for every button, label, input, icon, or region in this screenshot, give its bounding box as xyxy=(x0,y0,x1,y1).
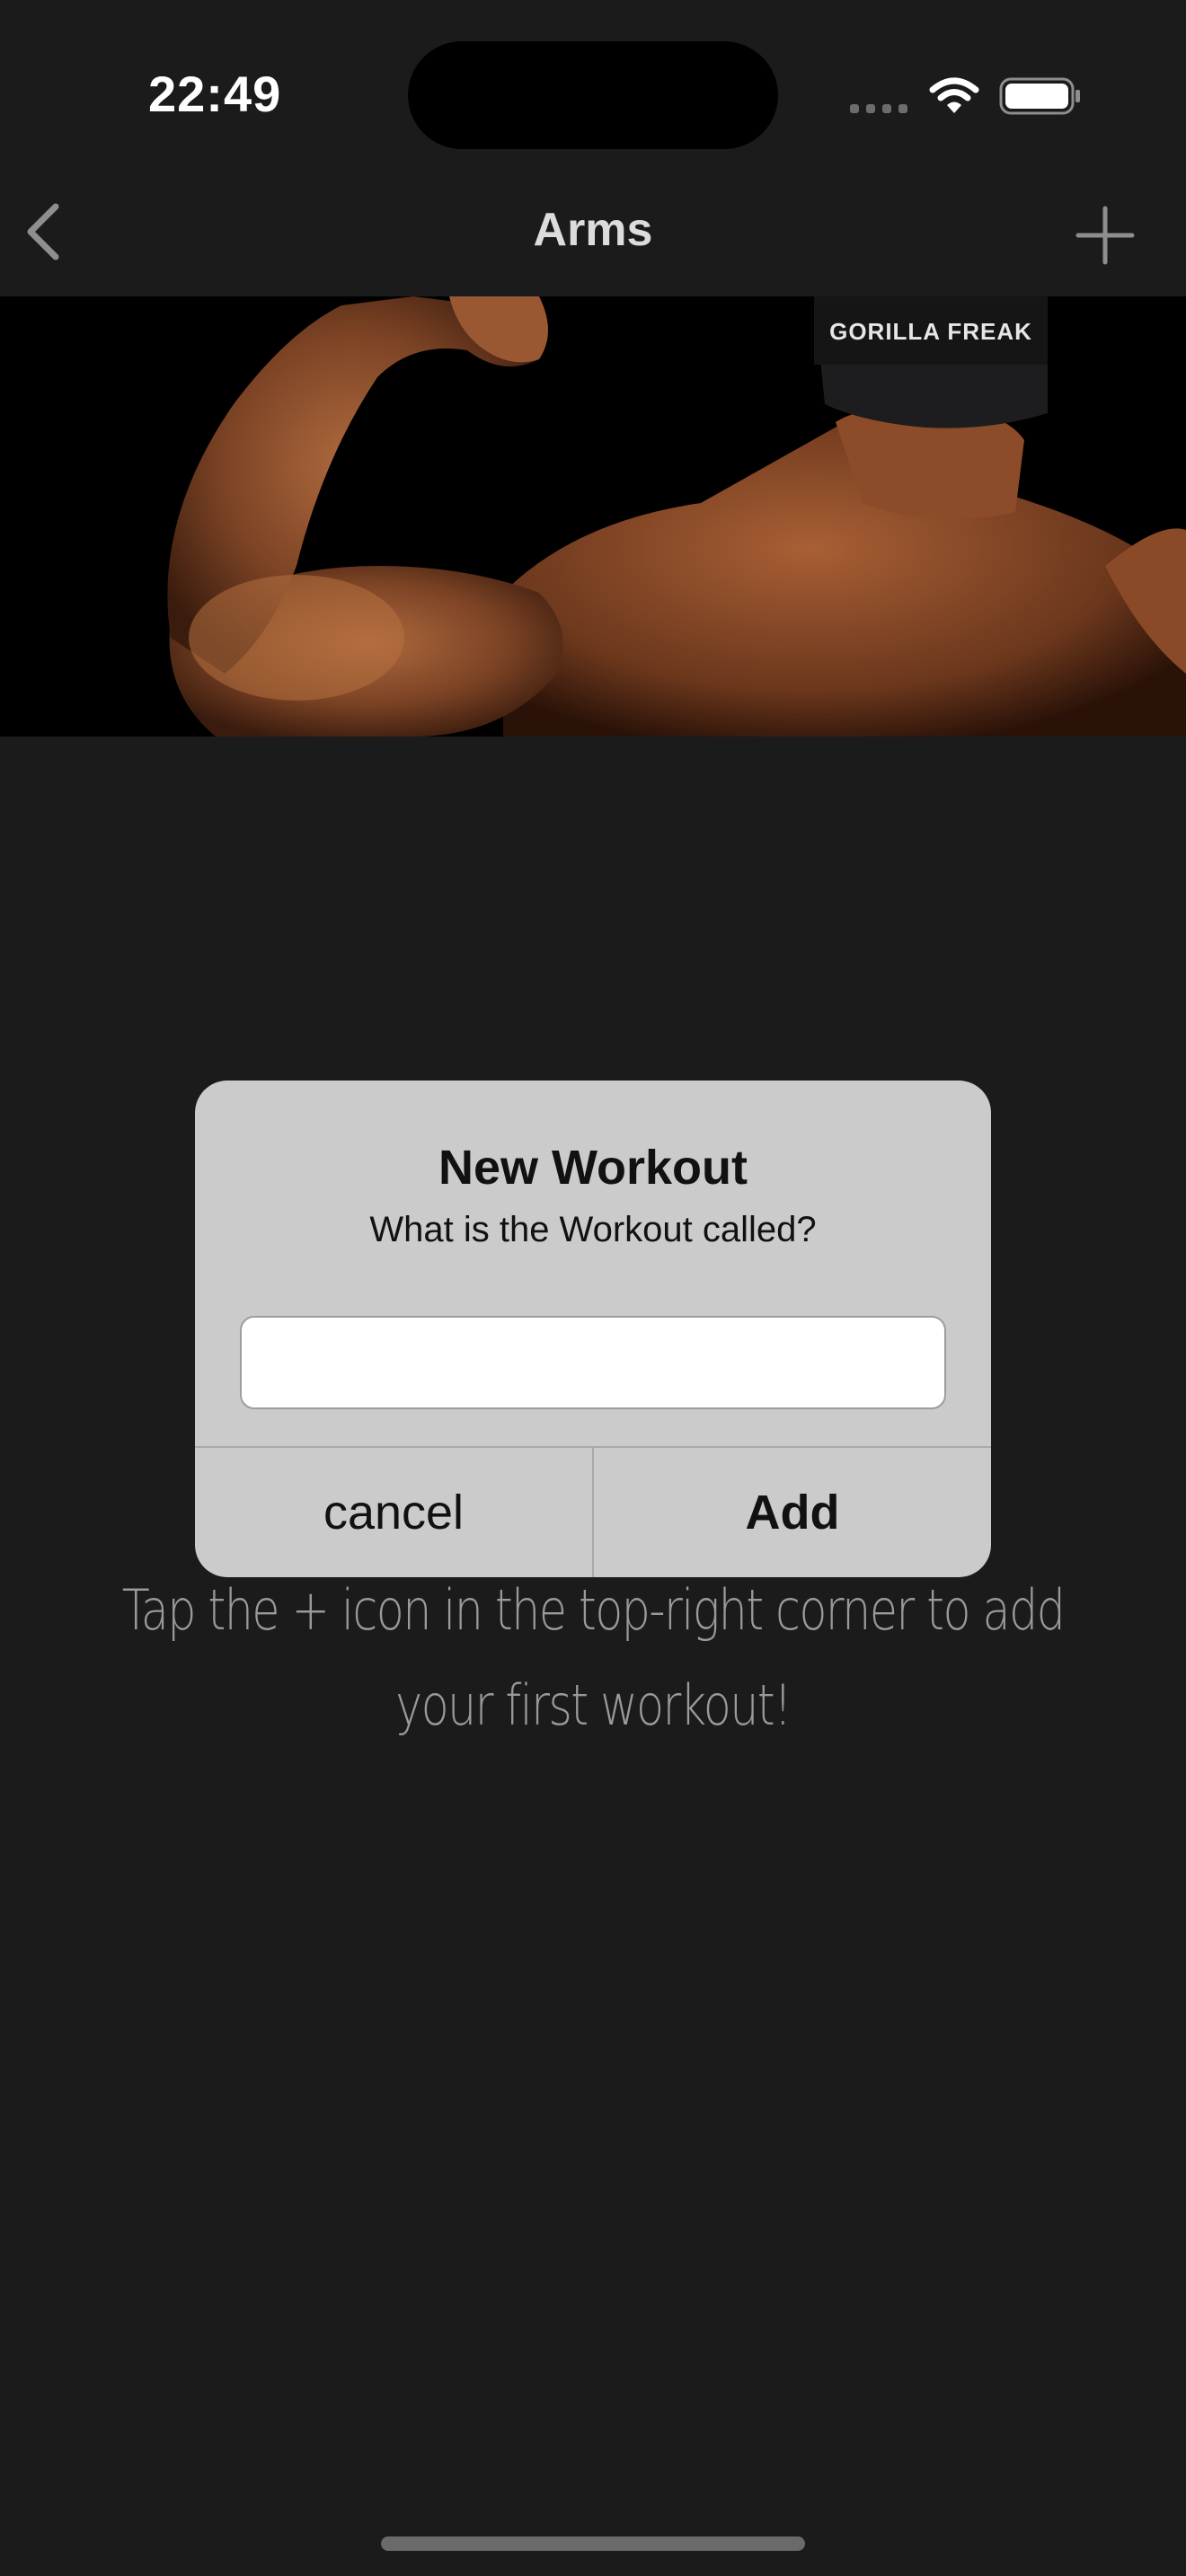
plus-icon xyxy=(1075,206,1135,265)
battery-icon xyxy=(999,77,1080,115)
status-time: 22:49 xyxy=(148,66,282,122)
dynamic-island xyxy=(408,41,778,149)
hero-image: GORILLA FREAK xyxy=(0,296,1186,737)
wifi-icon xyxy=(929,77,979,113)
add-button[interactable]: Add xyxy=(594,1448,991,1577)
empty-state-message: Tap the + icon in the top-right corner t… xyxy=(121,1577,1066,1738)
app-screen: 22:49 Arms GORILLA FREAK Tap the + icon … xyxy=(0,0,1186,2576)
workout-name-input[interactable] xyxy=(240,1316,946,1409)
alert-message: What is the Workout called? xyxy=(369,1210,817,1249)
status-bar: 22:49 xyxy=(0,0,1186,180)
navigation-bar: Arms xyxy=(0,180,1186,296)
new-workout-alert: New Workout What is the Workout called? … xyxy=(195,1081,991,1577)
hero-cap-text: GORILLA FREAK xyxy=(829,318,1032,345)
page-title: Arms xyxy=(533,204,653,256)
cancel-button[interactable]: cancel xyxy=(195,1448,592,1577)
home-indicator[interactable] xyxy=(381,2536,805,2551)
add-workout-button[interactable] xyxy=(1071,201,1139,269)
alert-title: New Workout xyxy=(438,1141,748,1195)
cellular-dots-icon xyxy=(850,104,907,113)
